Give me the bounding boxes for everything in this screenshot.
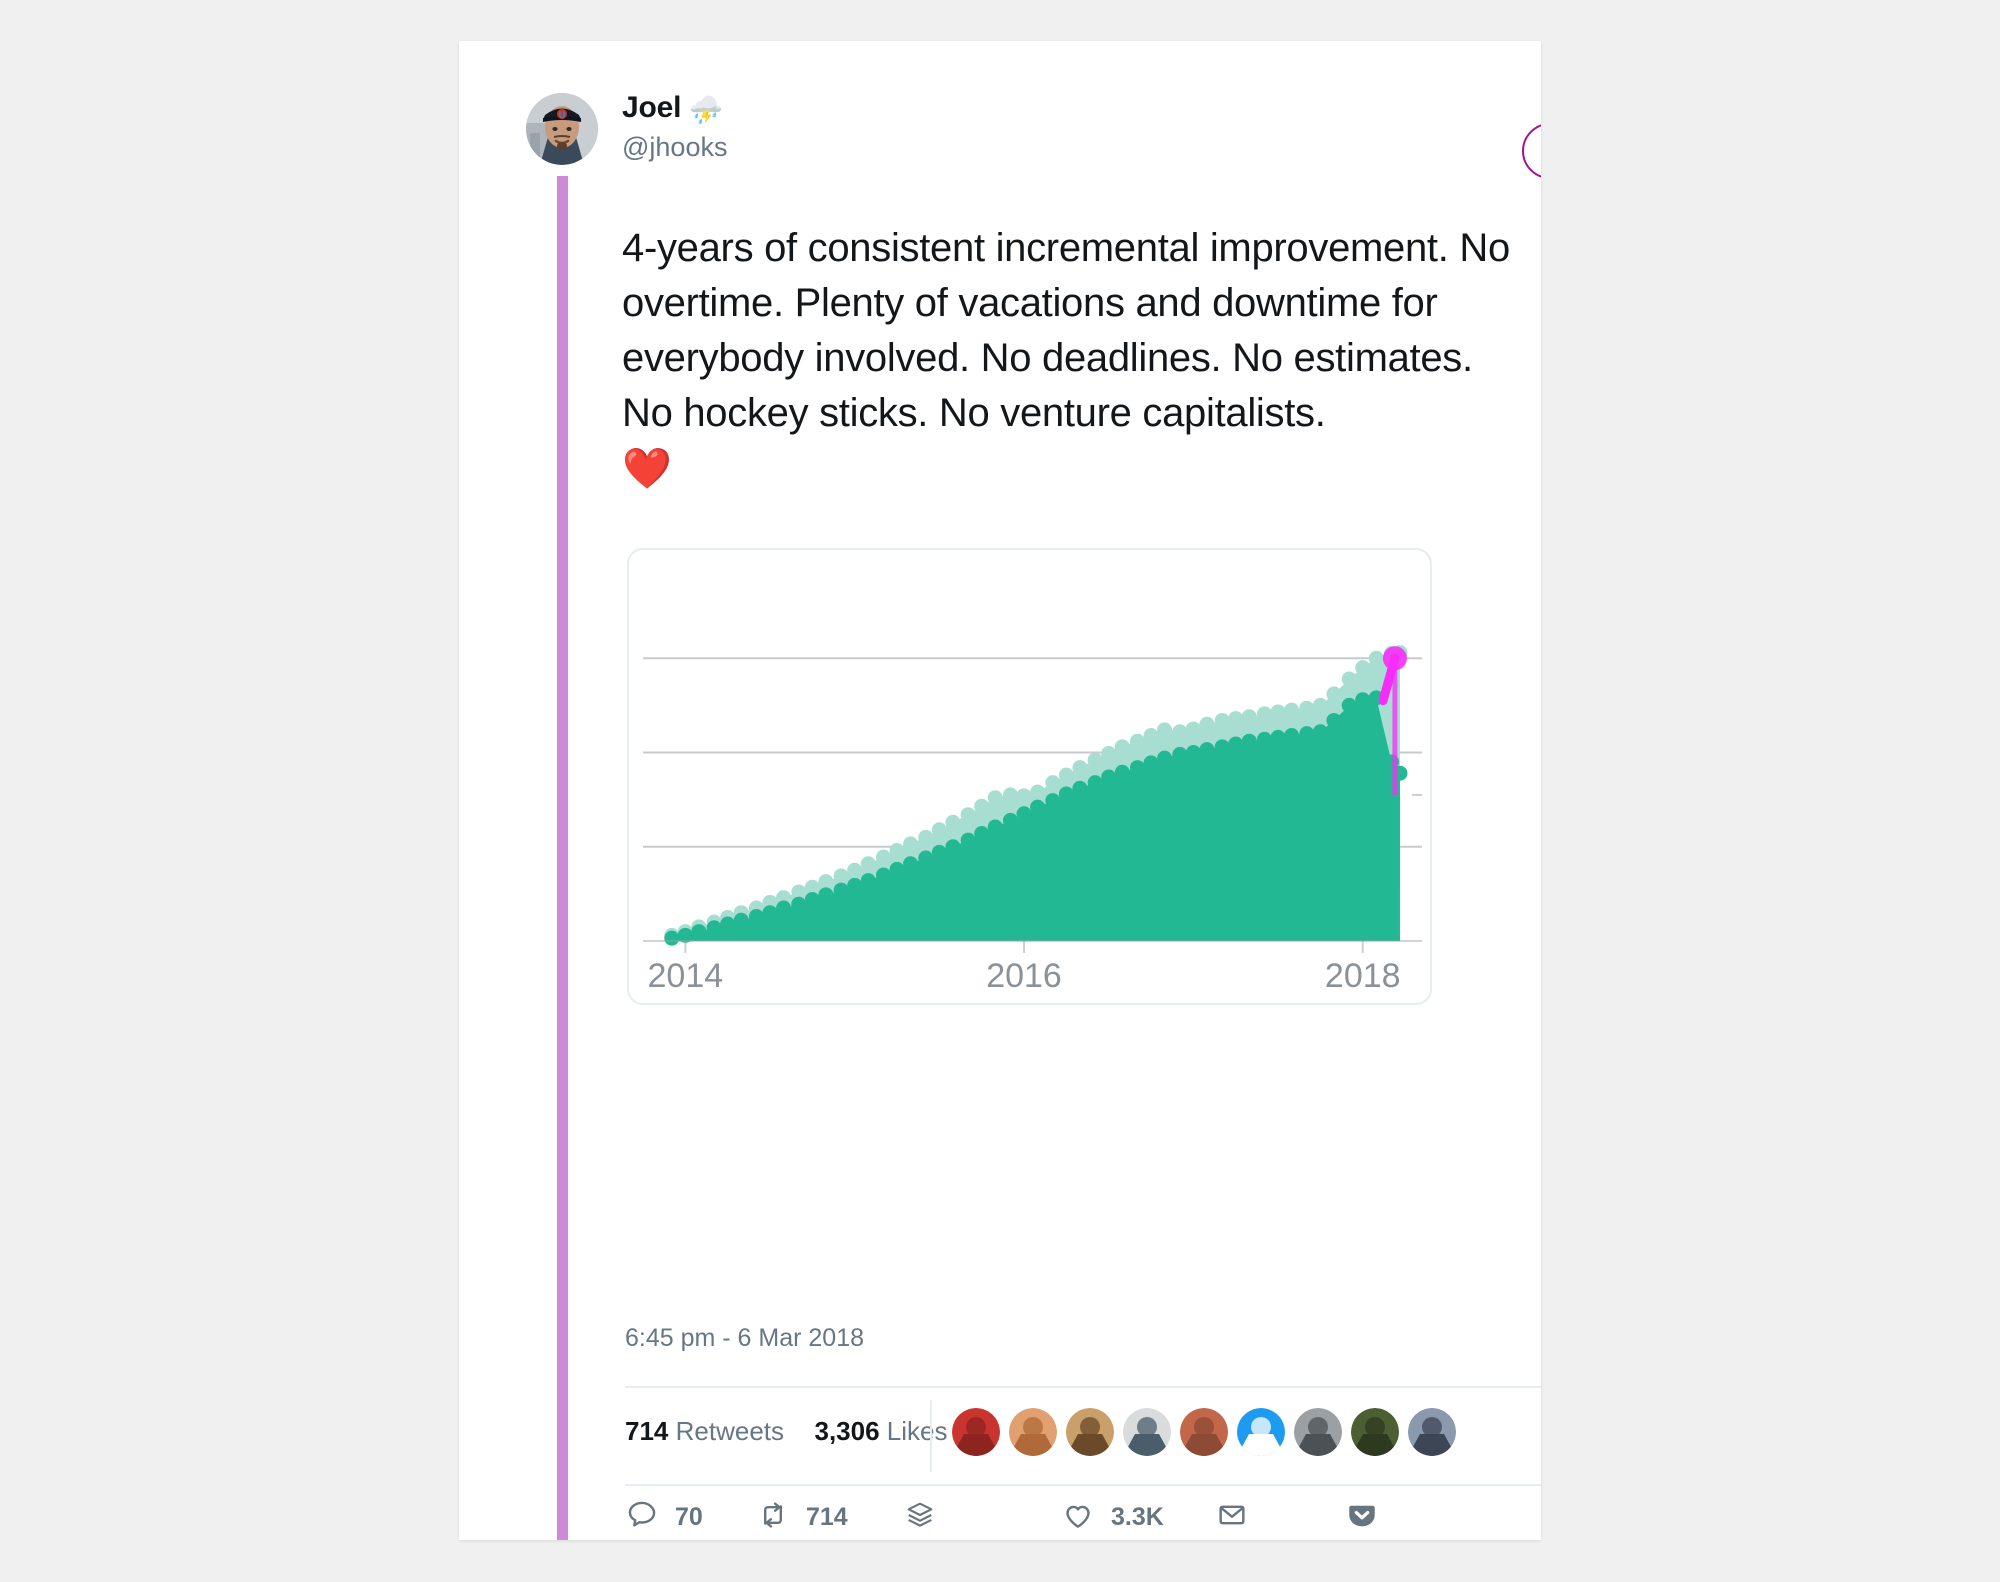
reply-count: 70 (675, 1502, 703, 1531)
author-name-block: Joel ⛈️ @jhooks (622, 91, 727, 164)
envelope-icon (1215, 1498, 1249, 1537)
heart-icon (1061, 1498, 1095, 1537)
chart-areas (664, 645, 1408, 946)
reply-icon (625, 1498, 659, 1537)
area-chart: 2014 2016 2018 (643, 645, 1422, 995)
retweet-icon (756, 1498, 790, 1537)
retweets-count[interactable]: 714 (625, 1416, 668, 1446)
svg-text:U: U (559, 110, 566, 120)
retweet-button[interactable]: 714 (756, 1494, 848, 1540)
tweet-timestamp[interactable]: 6:45 pm - 6 Mar 2018 (625, 1324, 864, 1353)
liker-avatar-5[interactable] (1180, 1408, 1228, 1456)
liker-avatar-2[interactable] (1009, 1408, 1057, 1456)
follow-button[interactable]: Follow (1522, 123, 1541, 179)
liker-avatar-8[interactable] (1351, 1408, 1399, 1456)
buffer-share-button[interactable] (903, 1494, 937, 1540)
buffer-stack-icon (903, 1498, 937, 1537)
likes-count[interactable]: 3,306 (814, 1416, 879, 1446)
like-count: 3.3K (1111, 1502, 1164, 1531)
retweets-label[interactable]: Retweets (676, 1416, 784, 1446)
liker-avatar-6[interactable] (1237, 1408, 1285, 1456)
liker-facepile (952, 1408, 1456, 1456)
liker-avatar-9[interactable] (1408, 1408, 1456, 1456)
tweet-text-body: 4-years of consistent incremental improv… (622, 226, 1510, 435)
stats-counts: 714 Retweets 3,306 Likes (625, 1416, 948, 1447)
like-button[interactable]: 3.3K (1061, 1494, 1164, 1540)
red-heart-emoji: ❤️ (622, 447, 672, 491)
liker-avatar-4[interactable] (1123, 1408, 1171, 1456)
tweet-text: 4-years of consistent incremental improv… (622, 221, 1522, 491)
tweet-header: U Joel ⛈️ @jhooks Follow (459, 41, 1541, 179)
svg-text:2018: 2018 (1325, 957, 1401, 995)
tweet-action-bar: 70 714 3.3K (625, 1494, 1541, 1540)
reply-button[interactable]: 70 (625, 1494, 703, 1540)
chart-embed-card[interactable]: 2014 2016 2018 (627, 548, 1432, 1005)
tweet-stats-row: 714 Retweets 3,306 Likes (625, 1386, 1541, 1486)
chart-x-tick-labels: 2014 2016 2018 (648, 941, 1401, 995)
pocket-save-icon (1345, 1498, 1379, 1537)
stats-divider (930, 1400, 932, 1472)
direct-message-button[interactable] (1215, 1494, 1249, 1540)
retweet-count: 714 (806, 1502, 848, 1531)
author-handle[interactable]: @jhooks (622, 131, 727, 164)
avatar[interactable]: U (526, 93, 598, 165)
liker-avatar-7[interactable] (1294, 1408, 1342, 1456)
liker-avatar-1[interactable] (952, 1408, 1000, 1456)
thunder-cloud-emoji: ⛈️ (689, 95, 723, 125)
display-name[interactable]: Joel ⛈️ (622, 91, 727, 127)
svg-text:2016: 2016 (986, 957, 1062, 995)
thread-connector-line (557, 176, 568, 1540)
svg-text:2014: 2014 (648, 957, 724, 995)
likes-label[interactable]: Likes (887, 1416, 948, 1446)
tweet-card: U Joel ⛈️ @jhooks Follow 4-years of cons… (459, 41, 1541, 1540)
pocket-save-button[interactable] (1345, 1494, 1379, 1540)
display-name-text: Joel (622, 91, 682, 124)
liker-avatar-3[interactable] (1066, 1408, 1114, 1456)
